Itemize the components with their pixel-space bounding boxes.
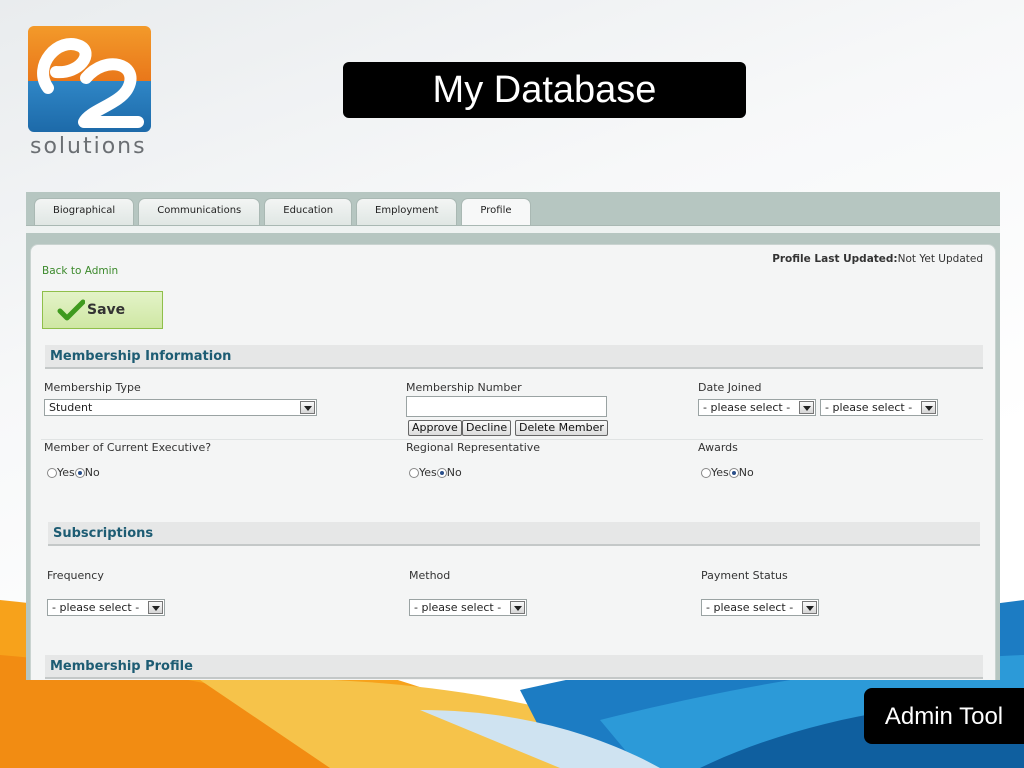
- frequency-value: - please select -: [52, 601, 140, 614]
- no-label: No: [738, 466, 754, 479]
- tab-bar: Biographical Communications Education Em…: [34, 198, 531, 227]
- row-divider: [41, 439, 983, 440]
- e2-solutions-logo: solutions: [28, 26, 152, 160]
- no-label: No: [84, 466, 100, 479]
- section-membership-information: Membership Information: [45, 345, 983, 369]
- yes-label: Yes: [57, 466, 75, 479]
- delete-member-button[interactable]: Delete Member: [515, 420, 608, 436]
- no-label: No: [446, 466, 462, 479]
- date-month-value: - please select -: [703, 401, 791, 414]
- footer-label: Admin Tool: [864, 688, 1024, 744]
- method-label: Method: [409, 569, 451, 582]
- executive-no-radio[interactable]: [74, 467, 85, 478]
- payment-status-select[interactable]: - please select -: [701, 599, 819, 616]
- chevron-down-icon: [510, 601, 525, 614]
- awards-yes-radio[interactable]: [701, 467, 711, 478]
- awards-label: Awards: [698, 441, 738, 454]
- method-select[interactable]: - please select -: [409, 599, 527, 616]
- chevron-down-icon: [802, 601, 817, 614]
- method-value: - please select -: [414, 601, 502, 614]
- tab-biographical[interactable]: Biographical: [34, 198, 135, 226]
- awards-no-radio[interactable]: [728, 467, 739, 478]
- executive-label: Member of Current Executive?: [44, 441, 212, 454]
- date-year-value: - please select -: [825, 401, 913, 414]
- section-membership-profile: Membership Profile: [45, 655, 983, 679]
- executive-radio-group: Yes No: [47, 466, 100, 479]
- yes-label: Yes: [419, 466, 437, 479]
- yes-label: Yes: [711, 466, 729, 479]
- tab-employment[interactable]: Employment: [356, 198, 458, 226]
- regional-no-radio[interactable]: [436, 467, 447, 478]
- chevron-down-icon: [799, 401, 814, 414]
- updated-value: Not Yet Updated: [897, 253, 983, 265]
- tab-profile[interactable]: Profile: [461, 198, 531, 227]
- approve-button[interactable]: Approve: [408, 420, 462, 436]
- section-subscriptions: Subscriptions: [48, 522, 980, 546]
- back-to-admin-link[interactable]: Back to Admin: [42, 265, 118, 277]
- chevron-down-icon: [148, 601, 163, 614]
- regional-radio-group: Yes No: [409, 466, 462, 479]
- chevron-down-icon: [921, 401, 936, 414]
- admin-app-window: Biographical Communications Education Em…: [26, 192, 1000, 680]
- profile-panel: Profile Last Updated:Not Yet Updated Bac…: [30, 244, 996, 680]
- payment-status-label: Payment Status: [701, 569, 788, 582]
- tab-communications[interactable]: Communications: [138, 198, 261, 226]
- executive-yes-radio[interactable]: [47, 467, 57, 478]
- membership-number-label: Membership Number: [406, 381, 522, 394]
- save-label: Save: [87, 302, 126, 318]
- frequency-select[interactable]: - please select -: [47, 599, 165, 616]
- decline-button[interactable]: Decline: [462, 420, 512, 436]
- checkmark-icon: [57, 299, 85, 321]
- payment-status-value: - please select -: [706, 601, 794, 614]
- chevron-down-icon: [300, 401, 315, 414]
- tab-education[interactable]: Education: [264, 198, 353, 226]
- profile-updated-status: Profile Last Updated:Not Yet Updated: [772, 253, 983, 265]
- tab-underline: [26, 225, 1000, 233]
- logo-mark: [28, 26, 151, 132]
- logo-wordmark: solutions: [30, 134, 147, 159]
- date-joined-year-select[interactable]: - please select -: [820, 399, 938, 416]
- save-button[interactable]: Save: [42, 291, 163, 329]
- awards-radio-group: Yes No: [701, 466, 754, 479]
- slide-title: My Database: [343, 62, 746, 118]
- membership-type-select[interactable]: Student: [44, 399, 317, 416]
- regional-representative-label: Regional Representative: [406, 441, 541, 454]
- membership-type-label: Membership Type: [44, 381, 141, 394]
- date-joined-month-select[interactable]: - please select -: [698, 399, 816, 416]
- regional-yes-radio[interactable]: [409, 467, 419, 478]
- membership-type-value: Student: [49, 401, 93, 414]
- membership-number-input[interactable]: [406, 396, 607, 417]
- updated-label: Profile Last Updated:: [772, 253, 898, 265]
- date-joined-label: Date Joined: [698, 381, 762, 394]
- frequency-label: Frequency: [47, 569, 104, 582]
